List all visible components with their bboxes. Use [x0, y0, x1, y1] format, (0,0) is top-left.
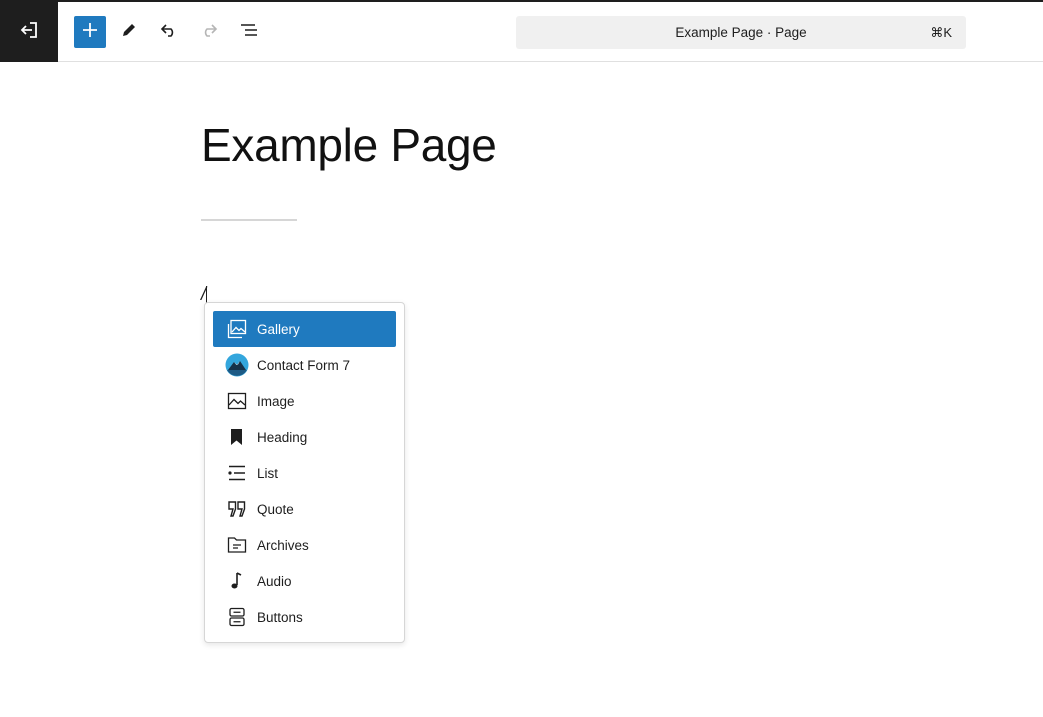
command-palette-bar[interactable]: Example Page · Page ⌘K: [516, 16, 966, 49]
tools-button[interactable]: [113, 16, 145, 48]
contact-form-7-icon: [225, 353, 249, 377]
redo-button[interactable]: [193, 16, 225, 48]
block-option-label: Image: [257, 393, 295, 409]
plus-icon: [82, 22, 98, 43]
block-option-heading[interactable]: Heading: [213, 419, 396, 455]
buttons-icon: [225, 605, 249, 629]
block-option-label: Contact Form 7: [257, 357, 351, 373]
block-option-label: Heading: [257, 429, 308, 445]
image-icon: [225, 389, 249, 413]
block-inserter-popover: Gallery Contact Form 7 Image Heading Lis…: [204, 302, 405, 643]
block-option-label: Audio: [257, 573, 292, 589]
undo-icon: [160, 21, 178, 44]
page-title[interactable]: Example Page: [201, 118, 497, 172]
block-option-audio[interactable]: Audio: [213, 563, 396, 599]
command-shortcut-label: ⌘K: [930, 25, 952, 40]
block-option-archives[interactable]: Archives: [213, 527, 396, 563]
separator-block[interactable]: [201, 219, 297, 221]
block-option-quote[interactable]: Quote: [213, 491, 396, 527]
block-option-buttons[interactable]: Buttons: [213, 599, 396, 635]
list-icon: [225, 461, 249, 485]
block-option-contact-form-7[interactable]: Contact Form 7: [213, 347, 396, 383]
block-option-image[interactable]: Image: [213, 383, 396, 419]
quote-icon: [225, 497, 249, 521]
block-option-label: Gallery: [257, 321, 300, 337]
document-overview-button[interactable]: [233, 16, 265, 48]
text-caret: [206, 286, 207, 303]
audio-note-icon: [225, 569, 249, 593]
exit-editor-button[interactable]: [0, 2, 58, 62]
redo-icon: [200, 21, 218, 44]
document-overview-icon: [240, 21, 258, 44]
gallery-icon: [225, 317, 249, 341]
archives-folder-icon: [225, 533, 249, 557]
exit-editor-icon: [19, 20, 39, 45]
block-option-label: List: [257, 465, 279, 481]
block-option-list[interactable]: List: [213, 455, 396, 491]
block-option-label: Quote: [257, 501, 294, 517]
heading-bookmark-icon: [225, 425, 249, 449]
document-title-label: Example Page · Page: [675, 25, 807, 40]
block-option-gallery[interactable]: Gallery: [213, 311, 396, 347]
block-option-label: Buttons: [257, 609, 303, 625]
undo-button[interactable]: [153, 16, 185, 48]
add-block-button[interactable]: [74, 16, 106, 48]
editor-header: Example Page · Page ⌘K: [0, 0, 1043, 62]
pencil-icon: [120, 21, 138, 44]
block-option-label: Archives: [257, 537, 309, 553]
